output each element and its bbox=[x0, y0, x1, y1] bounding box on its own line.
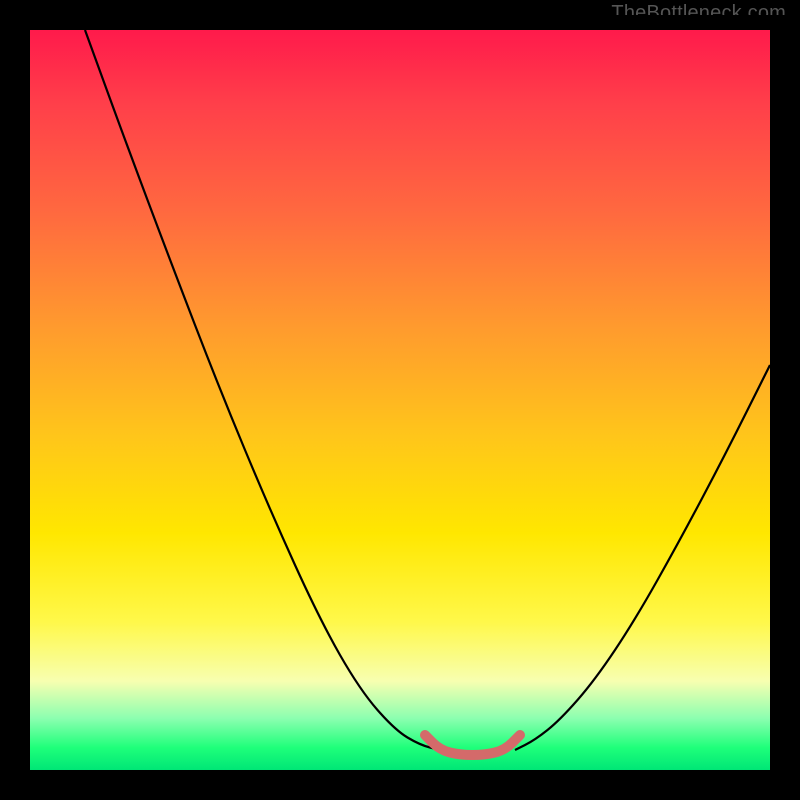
plot-area bbox=[30, 30, 770, 770]
right-curve-path bbox=[515, 365, 770, 750]
valley-highlight-path bbox=[425, 735, 520, 755]
chart-svg bbox=[30, 30, 770, 770]
left-curve-path bbox=[85, 30, 440, 750]
plot-outer-frame bbox=[15, 15, 785, 785]
chart-stage: TheBottleneck.com bbox=[0, 0, 800, 800]
